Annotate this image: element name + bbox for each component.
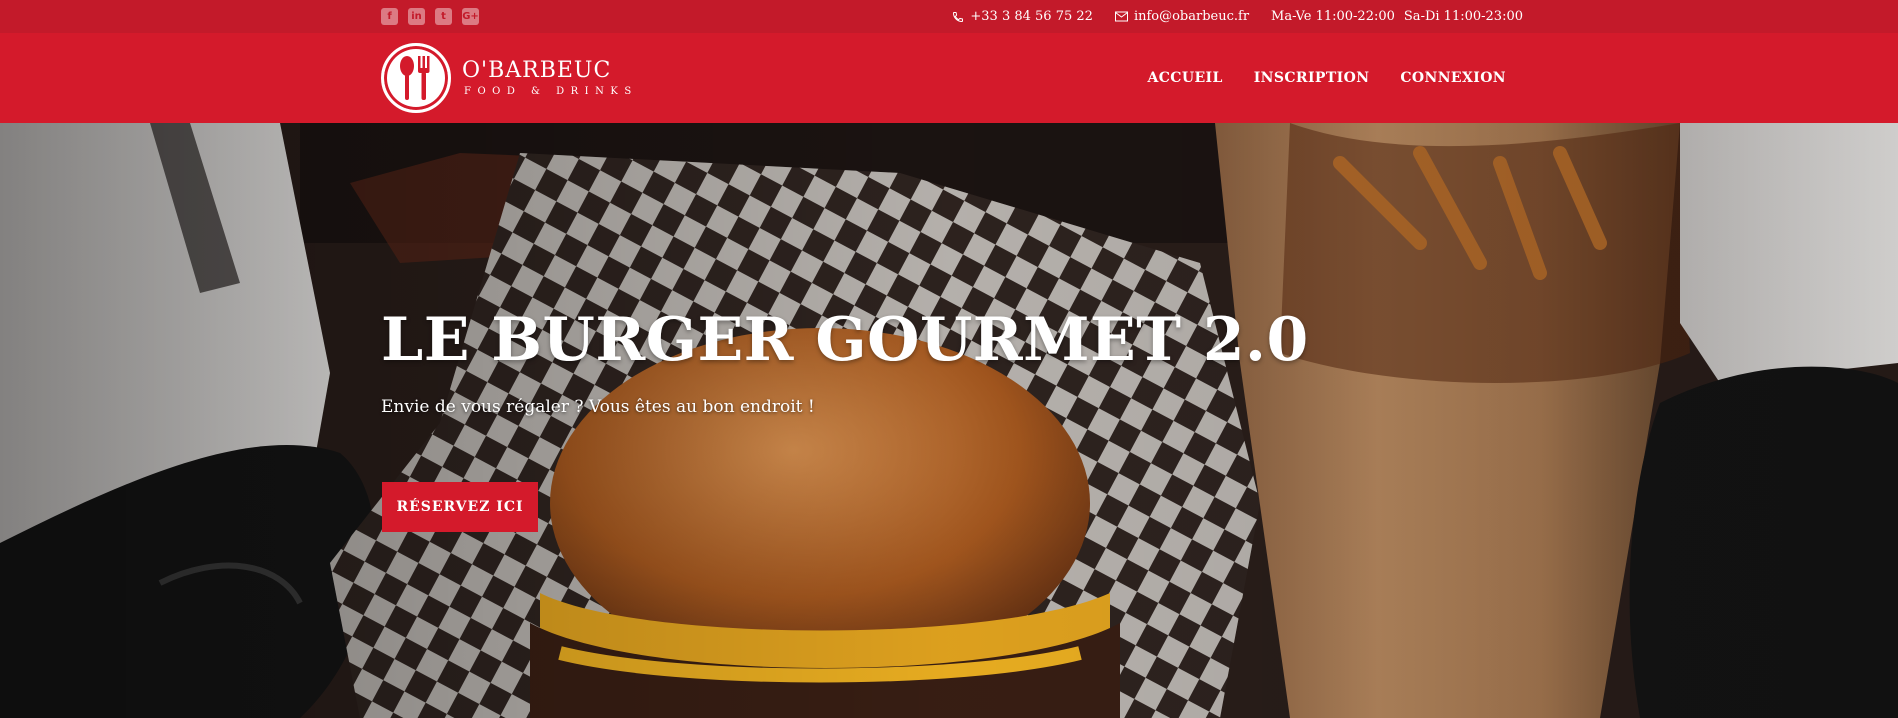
primary-nav: ACCUEIL INSCRIPTION CONNEXION bbox=[1147, 33, 1506, 123]
social-links: f in t G+ bbox=[381, 8, 479, 25]
hours-weekend: Sa-Di 11:00-23:00 bbox=[1403, 9, 1523, 24]
email-contact[interactable]: info@obarbeuc.fr bbox=[1114, 9, 1250, 24]
main-navbar: O'BARBEUC FOOD & DRINKS ACCUEIL INSCRIPT… bbox=[0, 33, 1898, 123]
nav-accueil[interactable]: ACCUEIL bbox=[1147, 70, 1222, 86]
google-plus-icon[interactable]: G+ bbox=[462, 8, 479, 25]
twitter-icon[interactable]: t bbox=[435, 8, 452, 25]
reserve-button[interactable]: RÉSERVEZ ICI bbox=[382, 482, 538, 532]
email-address: info@obarbeuc.fr bbox=[1133, 9, 1250, 24]
hero-subtitle: Envie de vous régaler ? Vous êtes au bon… bbox=[381, 397, 815, 417]
nav-inscription[interactable]: INSCRIPTION bbox=[1254, 70, 1370, 86]
phone-number: +33 3 84 56 75 22 bbox=[970, 9, 1093, 24]
hero-overlay bbox=[0, 123, 1898, 718]
logo-icon bbox=[381, 43, 451, 113]
contact-info: +33 3 84 56 75 22 info@obarbeuc.fr Ma-Ve… bbox=[930, 9, 1523, 24]
phone-contact[interactable]: +33 3 84 56 75 22 bbox=[952, 9, 1093, 24]
brand-logo[interactable]: O'BARBEUC FOOD & DRINKS bbox=[381, 43, 638, 113]
brand-tagline: FOOD & DRINKS bbox=[464, 86, 638, 98]
hero-section: LE BURGER GOURMET 2.0 Envie de vous réga… bbox=[0, 123, 1898, 718]
nav-connexion[interactable]: CONNEXION bbox=[1400, 70, 1506, 86]
hero-title: LE BURGER GOURMET 2.0 bbox=[381, 305, 1309, 375]
opening-hours: Ma-Ve 11:00-22:00 Sa-Di 11:00-23:00 bbox=[1271, 9, 1523, 24]
brand-name: O'BARBEUC bbox=[462, 57, 612, 83]
phone-icon bbox=[953, 11, 964, 22]
linkedin-icon[interactable]: in bbox=[408, 8, 425, 25]
facebook-icon[interactable]: f bbox=[381, 8, 398, 25]
mail-icon bbox=[1114, 11, 1128, 22]
cutlery-icon bbox=[400, 56, 430, 100]
top-bar: f in t G+ +33 3 84 56 75 22 info@obarbeu… bbox=[0, 0, 1898, 33]
hours-weekdays: Ma-Ve 11:00-22:00 bbox=[1271, 9, 1395, 24]
